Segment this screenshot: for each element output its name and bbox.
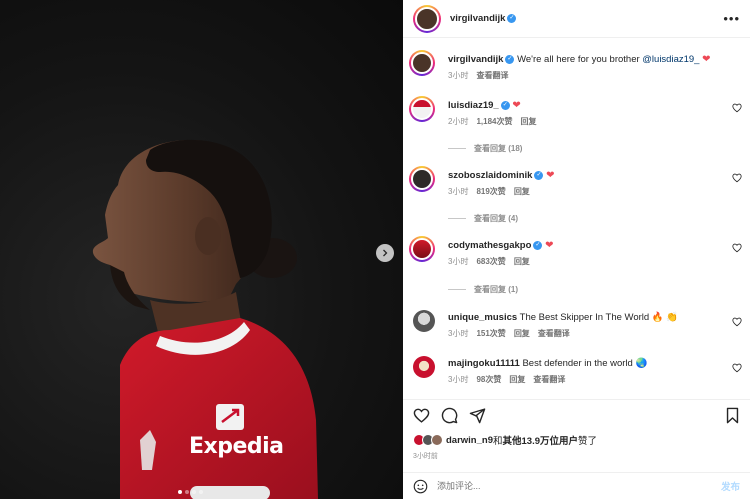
avatar [411,168,433,190]
comment-avatar[interactable] [413,310,435,332]
view-replies-button[interactable]: 查看回复 (18) [448,143,522,154]
comment-avatar-ring[interactable] [409,236,435,262]
caption-avatar-ring[interactable] [409,50,435,76]
red-heart-emoji: ❤ [702,54,711,65]
chevron-right-icon [383,249,388,257]
comment-avatar-ring[interactable] [409,96,435,122]
like-comment-heart-icon[interactable] [732,173,742,183]
player-photo-illustration [92,139,318,499]
like-comment-heart-icon[interactable] [732,317,742,327]
red-heart-emoji: ❤ [546,170,555,181]
view-replies-button[interactable]: 查看回复 (1) [448,284,518,295]
avatar [411,52,433,74]
likes-tail: 赞了 [578,436,598,447]
comment-likes[interactable]: 819次赞 [476,186,505,197]
carousel-indicator [178,490,203,494]
post-side-panel: virgilvandijk ✓ ••• virgilvandijk ✓ We're… [403,0,750,499]
caption-time: 3小时 [448,71,469,80]
comment-time: 3小时 [448,329,469,338]
more-icon[interactable]: ••• [723,11,740,26]
comment-avatar-ring[interactable] [409,166,435,192]
verified-icon: ✓ [533,240,543,250]
comment-time: 3小时 [448,187,469,196]
carousel-dot [178,490,182,494]
add-comment-input[interactable] [437,481,721,491]
comment-likes[interactable]: 98次赞 [476,374,501,385]
reply-link[interactable]: 回复 [514,256,530,267]
comment-username[interactable]: szoboszlaidominik [448,170,532,181]
sponsor-logo-text: Expedia [189,434,284,459]
next-photo-button[interactable] [376,244,394,262]
comment-username[interactable]: codymathesgakpo [448,240,531,251]
translate-link[interactable]: 查看翻译 [476,70,508,81]
like-comment-heart-icon[interactable] [732,103,742,113]
likes-connector: 和 [493,436,503,447]
reply-link[interactable]: 回复 [520,116,536,127]
post-header: virgilvandijk ✓ ••• [403,0,750,38]
caption-line: virgilvandijk ✓ We're all here for you br… [448,54,726,66]
comment-avatar[interactable] [413,356,435,378]
comment-icon[interactable] [441,407,458,424]
liker-username[interactable]: darwin_n9 [446,435,493,446]
avatar [413,310,435,332]
verified-icon: ✓ [507,14,517,23]
view-replies-label: 查看回复 (18) [474,144,523,153]
view-replies-label: 查看回复 (4) [474,214,518,223]
share-icon[interactable] [469,407,486,424]
author-avatar-ring[interactable] [413,4,441,33]
comment-time: 3小时 [448,257,469,266]
caption-text: We're all here for you brother [514,54,643,65]
reply-link[interactable]: 回复 [514,328,530,339]
avatar [431,434,443,446]
comment-time: 3小时 [448,375,469,384]
red-heart-emoji: ❤ [512,100,521,111]
red-heart-emoji: ❤ [545,240,554,251]
avatar [411,98,433,120]
post-action-bar [403,399,750,429]
reply-link[interactable]: 回复 [514,186,530,197]
author-username[interactable]: virgilvandijk [450,13,505,24]
likes-summary[interactable]: darwin_n9 和其他13.9万位用户 赞了 [413,433,597,447]
comment-username[interactable]: unique_musics [448,312,517,323]
bookmark-icon[interactable] [725,407,740,424]
heart-icon[interactable] [413,407,430,424]
comment-likes[interactable]: 1,184次赞 [476,116,512,127]
carousel-dot [185,490,189,494]
comment-text: The Best Skipper In The World 🔥 👏 [517,312,679,323]
carousel-dot [199,490,203,494]
carousel-dot [192,490,196,494]
instagram-post-modal: Expedia virgilvandijk ✓ ••• virgilvandij… [0,0,750,499]
comment-likes[interactable]: 683次赞 [476,256,505,267]
reply-link[interactable]: 回复 [509,374,525,385]
caption-username[interactable]: virgilvandijk [448,54,503,65]
view-replies-button[interactable]: 查看回复 (4) [448,213,518,224]
view-replies-label: 查看回复 (1) [474,285,518,294]
add-comment-bar: 发布 [403,472,750,499]
comment-likes[interactable]: 151次赞 [476,328,505,339]
comment-text: Best defender in the world 🌏 [519,358,648,369]
avatar [411,238,433,260]
emoji-icon[interactable] [413,479,428,494]
avatar [413,356,435,378]
post-photo: Expedia [0,0,403,499]
translate-link[interactable]: 查看翻译 [538,328,570,339]
likes-others-count[interactable]: 其他13.9万位用户 [503,433,579,447]
like-comment-heart-icon[interactable] [732,363,742,373]
post-timestamp: 3小时前 [413,453,438,460]
liker-avatars [413,434,443,446]
comments-list[interactable]: virgilvandijk ✓ We're all here for you br… [403,40,750,396]
avatar [415,6,439,31]
post-comment-button[interactable]: 发布 [721,479,740,493]
verified-icon: ✓ [500,100,510,110]
comment-username[interactable]: luisdiaz19_ [448,100,499,111]
like-comment-heart-icon[interactable] [732,243,742,253]
caption-mention[interactable]: @luisdiaz19_ [642,54,699,65]
translate-link[interactable]: 查看翻译 [533,374,565,385]
comment-time: 2小时 [448,117,469,126]
verified-icon: ✓ [534,170,544,180]
comment-username[interactable]: majingoku11111 [448,358,520,369]
